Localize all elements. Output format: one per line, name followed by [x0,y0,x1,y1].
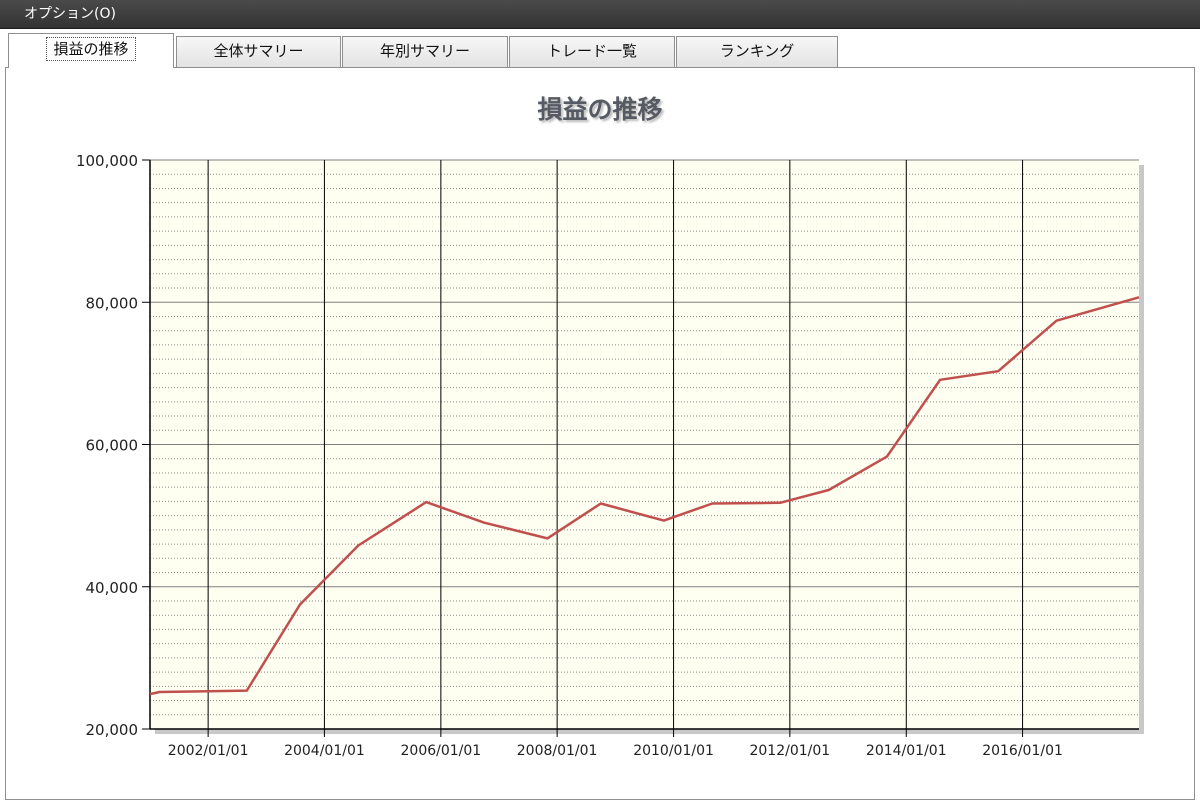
x-tick-label: 2004/01/01 [284,743,365,759]
x-tick-label: 2010/01/01 [633,743,714,759]
y-tick-label: 80,000 [86,294,139,312]
x-tick-label: 2006/01/01 [401,743,482,759]
x-tick-label: 2016/01/01 [982,743,1063,759]
tab-profit-trend[interactable]: 損益の推移 [8,33,174,68]
tab-profit-trend-label: 損益の推移 [46,37,136,61]
y-tick-label: 40,000 [86,579,139,597]
y-tick-label: 60,000 [86,437,139,455]
x-tick-label: 2002/01/01 [168,743,249,759]
y-tick-label: 20,000 [86,721,139,739]
x-tick-label: 2014/01/01 [866,743,947,759]
y-tick-label: 100,000 [76,152,138,170]
chart-title: 損益の推移 [537,95,663,124]
x-tick-label: 2012/01/01 [749,743,830,759]
x-tick-label: 2008/01/01 [517,743,598,759]
